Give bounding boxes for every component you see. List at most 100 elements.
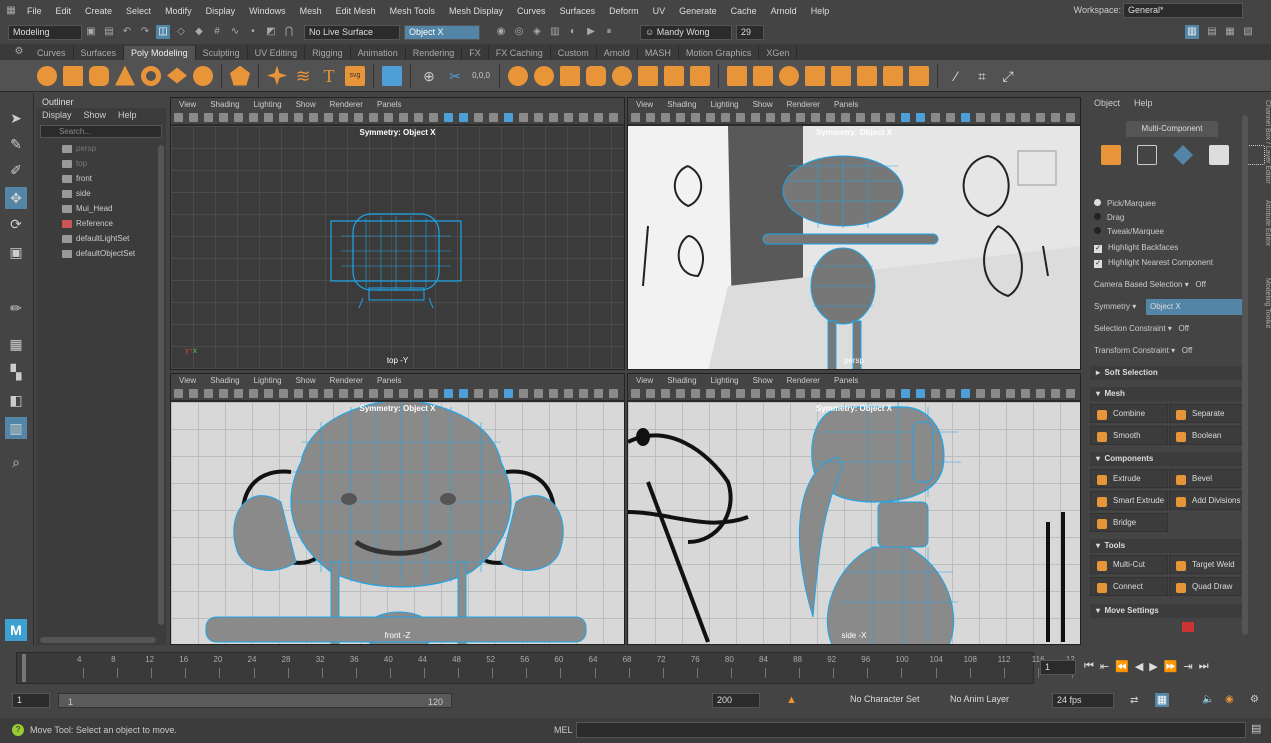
hypershade-icon[interactable]: ◐: [566, 25, 580, 39]
merge-icon[interactable]: [805, 65, 825, 86]
viewport-tool-icon[interactable]: [811, 389, 820, 398]
notifications-field[interactable]: 29: [736, 24, 764, 40]
menu-item[interactable]: Deform: [602, 6, 646, 16]
outliner-item[interactable]: Reference: [36, 216, 166, 231]
poly-disc-icon[interactable]: [193, 65, 213, 86]
shelf-tab[interactable]: MASH: [638, 46, 679, 60]
outliner-tab[interactable]: Outliner: [36, 95, 166, 108]
viewport-tool-icon[interactable]: [324, 113, 333, 122]
outliner-item[interactable]: Mui_Head: [36, 201, 166, 216]
shelf-settings-icon[interactable]: ⚙: [12, 45, 26, 59]
target-weld-button[interactable]: Target Weld: [1169, 555, 1247, 574]
character-set-field[interactable]: No Character Set: [846, 693, 928, 708]
smooth-icon[interactable]: [586, 65, 606, 86]
viewport-tool-icon[interactable]: [549, 113, 558, 122]
viewport-menu-item[interactable]: Shading: [667, 100, 696, 109]
current-frame-field[interactable]: 1: [1040, 660, 1076, 675]
face-mode-icon[interactable]: [1209, 145, 1229, 165]
menu-item[interactable]: Cache: [724, 6, 764, 16]
prev-key-icon[interactable]: ⏪: [1115, 660, 1129, 673]
move-settings-close-icon[interactable]: [1182, 622, 1194, 632]
outliner-menu-item[interactable]: Help: [118, 110, 137, 120]
multi-cut-icon[interactable]: ⁄: [946, 66, 966, 86]
viewport-tool-icon[interactable]: [961, 389, 970, 398]
viewport-tool-icon[interactable]: [781, 113, 790, 122]
render-settings-icon[interactable]: ▥: [548, 25, 562, 39]
viewport-tool-icon[interactable]: [564, 113, 573, 122]
viewport-tool-icon[interactable]: [661, 389, 670, 398]
side-tab[interactable]: Modeling Toolkit: [1255, 278, 1271, 328]
magnet-icon[interactable]: ⋂: [282, 25, 296, 39]
viewport-tool-icon[interactable]: [721, 389, 730, 398]
viewport-top[interactable]: View Shading Lighting Show Renderer Panels Sy…: [170, 97, 625, 370]
combine-icon[interactable]: [508, 65, 528, 86]
poly-plane-icon[interactable]: [167, 67, 187, 84]
viewport-menu-item[interactable]: Lighting: [711, 100, 739, 109]
viewport-tool-icon[interactable]: [594, 113, 603, 122]
select-hierarchy-icon[interactable]: ◫: [156, 25, 170, 39]
rotate-tool-icon[interactable]: ⟳: [5, 213, 27, 235]
snap-curve-icon[interactable]: ∿: [228, 25, 242, 39]
viewport-tool-icon[interactable]: [1051, 113, 1060, 122]
zoom-search-icon[interactable]: ⌕: [5, 451, 27, 473]
viewport-tool-icon[interactable]: [264, 113, 273, 122]
workspace-dropdown[interactable]: General*: [1123, 3, 1243, 18]
lasso-tool-icon[interactable]: ✎: [5, 133, 27, 155]
viewport-tool-icon[interactable]: [961, 113, 970, 122]
viewport-tool-icon[interactable]: [264, 389, 273, 398]
ipr-icon[interactable]: ◈: [530, 25, 544, 39]
viewport-tool-icon[interactable]: [1051, 389, 1060, 398]
center-pivot-icon[interactable]: ⊕: [419, 66, 439, 86]
viewport-tool-icon[interactable]: [841, 389, 850, 398]
step-back-key-icon[interactable]: ⇤: [1100, 660, 1109, 673]
viewport-tool-icon[interactable]: [219, 389, 228, 398]
selection-constraint-row[interactable]: Selection Constraint ▾ Off: [1094, 324, 1189, 333]
viewport-canvas[interactable]: [628, 126, 1080, 369]
menu-item[interactable]: Generate: [672, 6, 724, 16]
viewport-menu-item[interactable]: Lighting: [711, 376, 739, 385]
viewport-tool-icon[interactable]: [579, 113, 588, 122]
outliner-menu-item[interactable]: Show: [84, 110, 107, 120]
viewport-tool-icon[interactable]: [444, 389, 453, 398]
layout2-icon[interactable]: ▦: [1223, 25, 1237, 39]
viewport-tool-icon[interactable]: [459, 389, 468, 398]
range-bar[interactable]: [58, 693, 452, 708]
multi-component-button[interactable]: Multi-Component: [1126, 121, 1218, 137]
poly-cone-icon[interactable]: [115, 65, 135, 86]
viewport-canvas[interactable]: [171, 402, 624, 644]
viewport-tool-icon[interactable]: [1066, 113, 1075, 122]
viewport-tool-icon[interactable]: [489, 389, 498, 398]
menu-item[interactable]: Modify: [158, 6, 199, 16]
toolkit-menu-item[interactable]: Object: [1094, 98, 1120, 108]
shelf-tab[interactable]: Rendering: [406, 46, 463, 60]
shelf-tab[interactable]: Sculpting: [196, 46, 248, 60]
viewport-tool-icon[interactable]: [219, 113, 228, 122]
anim-layer-field[interactable]: No Anim Layer: [946, 693, 1028, 708]
viewport-tool-icon[interactable]: [174, 389, 183, 398]
command-language[interactable]: MEL: [554, 725, 573, 735]
viewport-tool-icon[interactable]: [751, 389, 760, 398]
mesh-section[interactable]: ▾ Mesh: [1090, 387, 1246, 401]
viewport-menu-item[interactable]: Renderer: [787, 376, 820, 385]
go-to-end-icon[interactable]: ⏭: [1199, 660, 1209, 673]
shelf-tab[interactable]: Curves: [30, 46, 74, 60]
viewport-tool-icon[interactable]: [354, 389, 363, 398]
viewport-tool-icon[interactable]: [991, 389, 1000, 398]
viewport-tool-icon[interactable]: [976, 113, 985, 122]
viewport-tool-icon[interactable]: [811, 113, 820, 122]
viewport-tool-icon[interactable]: [534, 389, 543, 398]
combine-button[interactable]: Combine: [1090, 404, 1168, 423]
menu-item[interactable]: Display: [199, 6, 243, 16]
viewport-menu-item[interactable]: Show: [296, 376, 316, 385]
loop-icon[interactable]: ⇄: [1130, 695, 1138, 706]
script-editor-icon[interactable]: ▤: [1251, 722, 1261, 735]
soft-selection-section[interactable]: ▸ Soft Selection: [1090, 366, 1246, 380]
menu-item[interactable]: Mesh Display: [442, 6, 510, 16]
symmetry-dropdown[interactable]: Object X: [404, 24, 480, 40]
viewport-tool-icon[interactable]: [204, 389, 213, 398]
viewport-menu-item[interactable]: Lighting: [254, 100, 282, 109]
viewport-tool-icon[interactable]: [841, 113, 850, 122]
sweep-mesh-icon[interactable]: ≋: [293, 66, 313, 86]
extrude-icon[interactable]: [727, 65, 747, 86]
user-account-dropdown[interactable]: ☺ Mandy Wong: [640, 24, 732, 40]
